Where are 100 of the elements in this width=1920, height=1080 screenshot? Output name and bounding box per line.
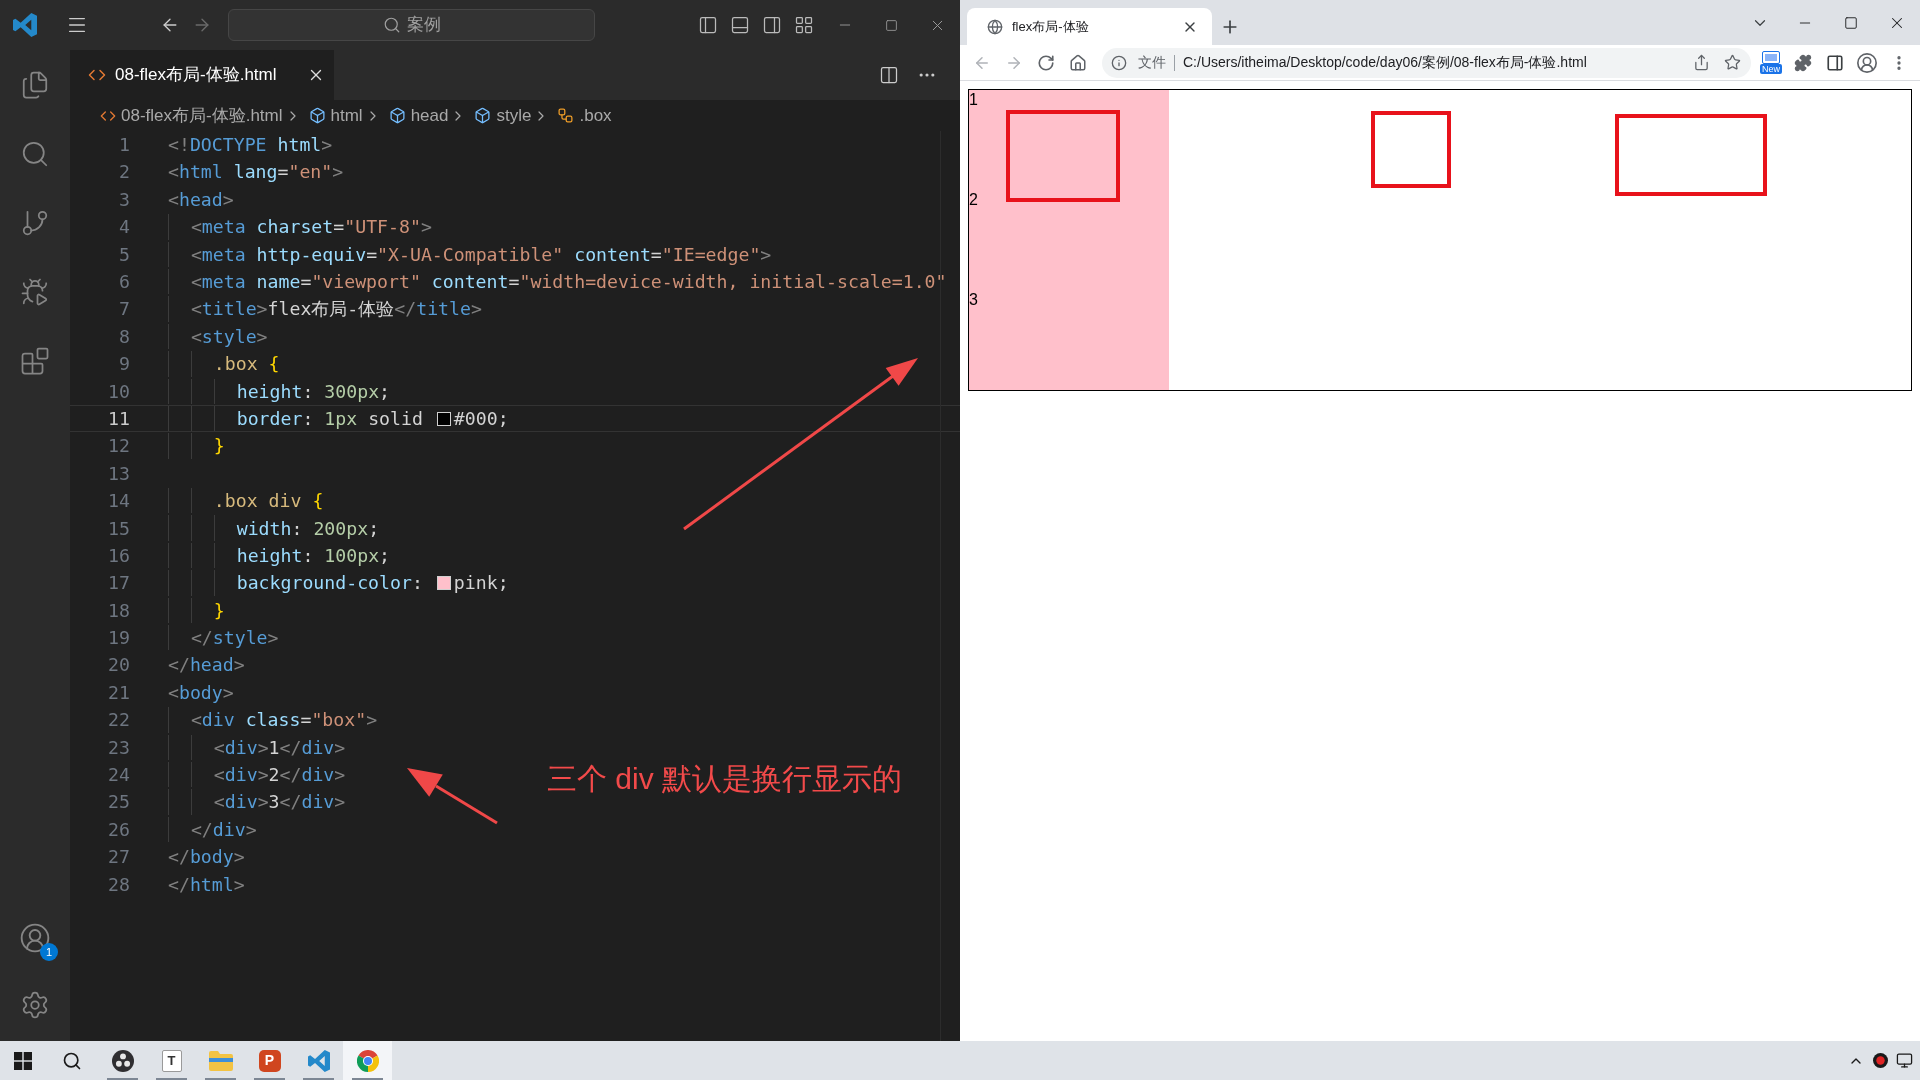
windows-logo-icon[interactable] xyxy=(14,1051,32,1070)
line-number: 2 xyxy=(118,160,130,185)
color-swatch-icon[interactable] xyxy=(436,411,451,426)
folder-icon xyxy=(208,1050,233,1071)
url-text[interactable]: C:/Users/itheima/Desktop/code/day06/案例/08-flex布局-体验.html xyxy=(1183,52,1587,73)
search-icon xyxy=(382,16,401,34)
home-icon[interactable] xyxy=(1069,53,1087,72)
code-text: </body> xyxy=(168,845,245,870)
code-text: pink; xyxy=(453,571,509,596)
monitor-icon[interactable] xyxy=(1895,1052,1913,1069)
annotation-text: 三个 div 默认是换行显示的 xyxy=(547,762,903,796)
maximize-icon[interactable] xyxy=(884,18,898,32)
panel-bottom-icon[interactable] xyxy=(730,15,750,35)
code-text: #000; xyxy=(453,406,509,431)
code-text: <head> xyxy=(168,187,234,212)
taskbar-app-button[interactable]: P xyxy=(245,1041,294,1080)
code-text: </html> xyxy=(168,872,245,897)
line-number: 27 xyxy=(107,845,130,870)
cube-icon xyxy=(474,107,492,124)
code-text: height: 100px; xyxy=(236,543,391,568)
code-text: background-color: xyxy=(236,571,424,596)
line-number: 1 xyxy=(118,133,130,158)
color-swatch-icon[interactable] xyxy=(436,575,451,590)
line-number: 22 xyxy=(107,708,130,733)
star-icon[interactable] xyxy=(1724,54,1741,71)
app-logo-icon[interactable] xyxy=(13,13,37,37)
account-icon[interactable] xyxy=(19,921,51,954)
side-panel-icon[interactable] xyxy=(1826,53,1844,72)
symbol-icon xyxy=(557,107,575,124)
code-text: .box { xyxy=(213,352,280,377)
line-number: 12 xyxy=(107,434,130,459)
extension-status-label: New xyxy=(1760,64,1782,74)
profile-icon[interactable] xyxy=(1856,51,1878,74)
address-bar[interactable]: 文件 C:/Users/itheima/Desktop/code/day06/案例/08-flex布局-体验.html xyxy=(1102,47,1751,78)
code-text: <html lang="en"> xyxy=(168,160,344,185)
line-number: 16 xyxy=(107,543,130,568)
code-editor-logo-icon xyxy=(307,1049,330,1072)
code-text: <div>3</div> xyxy=(213,790,346,815)
share-icon[interactable] xyxy=(1693,54,1710,71)
app-logo: P xyxy=(258,1049,281,1072)
line-number: 14 xyxy=(107,489,130,514)
puzzle-icon[interactable] xyxy=(1794,53,1812,72)
line-number: 21 xyxy=(107,680,130,705)
code-text: .box div { xyxy=(213,489,324,514)
line-number: 20 xyxy=(107,653,130,678)
line-number: 28 xyxy=(107,872,130,897)
line-number: 18 xyxy=(107,598,130,623)
content-block: 1 xyxy=(969,90,1169,190)
code-text: <title>flex布局-体验</title> xyxy=(190,297,482,322)
code-text: <body> xyxy=(168,680,234,705)
line-number: 15 xyxy=(107,516,130,541)
notification-count: 1 xyxy=(40,942,58,961)
line-number: 11 xyxy=(107,406,130,431)
code-text: </head> xyxy=(168,653,245,678)
cube-icon xyxy=(388,107,406,124)
breadcrumb-item[interactable]: head xyxy=(388,102,449,129)
code-text: </div> xyxy=(190,817,257,842)
globe-icon xyxy=(987,18,1003,35)
command-center[interactable]: 案例 xyxy=(228,9,595,41)
code-text: <meta charset="UTF-8"> xyxy=(190,215,432,240)
panel-right-icon[interactable] xyxy=(762,15,782,35)
search-icon[interactable] xyxy=(62,1050,82,1071)
line-number: 23 xyxy=(107,735,130,760)
recorder-icon xyxy=(111,1049,134,1072)
cube-icon xyxy=(308,107,326,124)
line-number: 8 xyxy=(118,324,130,349)
info-icon[interactable] xyxy=(1111,54,1127,71)
breadcrumb-item[interactable]: 08-flex布局-体验.html xyxy=(100,102,283,129)
browser-tab[interactable]: flex布局-体验 xyxy=(967,8,1212,45)
settings-icon[interactable] xyxy=(20,989,50,1020)
editor-tab[interactable]: 08-flex布局-体验.html xyxy=(70,50,334,100)
layout-icon[interactable] xyxy=(794,15,814,35)
record-icon[interactable] xyxy=(1872,1053,1888,1068)
code-text: } xyxy=(213,598,225,623)
split-editor-icon[interactable] xyxy=(879,65,899,85)
breadcrumb-item[interactable]: .box xyxy=(557,102,612,129)
line-number: 25 xyxy=(107,790,130,815)
line-number: 4 xyxy=(118,215,130,240)
maximize-icon[interactable] xyxy=(1844,15,1858,30)
code-text: <div>1</div> xyxy=(213,735,346,760)
files-icon[interactable] xyxy=(20,69,50,100)
extensions-icon[interactable] xyxy=(20,345,50,376)
extension-icon[interactable] xyxy=(1762,51,1780,64)
app-logo: T xyxy=(161,1049,182,1072)
line-number: 19 xyxy=(107,626,130,651)
run-debug-icon[interactable] xyxy=(20,276,50,307)
panel-left-icon[interactable] xyxy=(698,15,718,35)
code-text: <!DOCTYPE html> xyxy=(168,133,333,158)
breadcrumb-item[interactable]: html xyxy=(308,102,363,129)
line-number: 17 xyxy=(107,571,130,596)
line-number: 24 xyxy=(107,763,130,788)
line-number: 3 xyxy=(118,187,130,212)
line-number: 9 xyxy=(118,352,130,377)
line-number: 13 xyxy=(107,461,130,486)
code-text: width: 200px; xyxy=(236,516,380,541)
reload-icon[interactable] xyxy=(1037,53,1055,72)
content-block: 3 xyxy=(969,290,1169,390)
breadcrumb-item[interactable]: style xyxy=(474,102,532,129)
taskbar-app-button[interactable]: T xyxy=(147,1041,196,1080)
content-block: 2 xyxy=(969,190,1169,290)
